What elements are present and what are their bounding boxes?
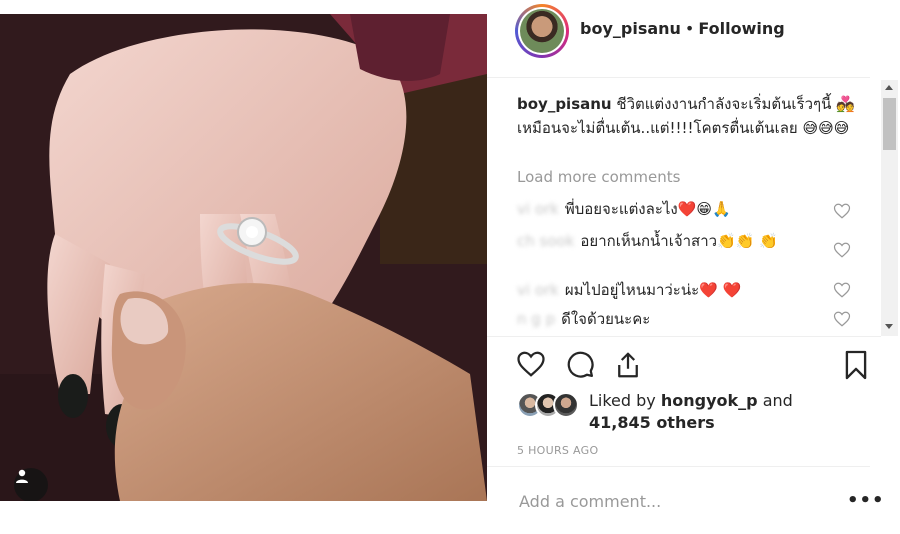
ring-hands-image [0,14,487,501]
scroll-thumb[interactable] [883,98,896,150]
header-text: boy_pisanu • Following [580,19,785,38]
comment-item: vi ork ผมไปอยู่ไหนมาว่ะน่ะ❤️ ❤️ [517,279,817,302]
comment-item: n g p ดีใจด้วยนะคะ [517,308,817,331]
liked-by-others-link[interactable]: 41,845 others [589,413,715,432]
liked-by-user-link[interactable]: hongyok_p [661,391,758,410]
add-comment-bar: ••• [487,466,884,534]
share-icon[interactable] [613,349,643,381]
bookmark-icon[interactable] [843,349,869,381]
more-options-button[interactable]: ••• [847,490,885,511]
scroll-down-arrow-icon[interactable] [885,324,893,329]
username-link[interactable]: boy_pisanu [580,19,681,38]
scroll-up-arrow-icon[interactable] [885,85,893,90]
comment-username[interactable]: ch sook [517,232,574,250]
comment-username[interactable]: vi ork [517,281,559,299]
comment-text: อยากเห็นกน้ำเจ้าสาว👏👏 👏 [580,232,778,250]
comment-text: ดีใจด้วยนะคะ [561,310,651,328]
load-more-comments-button[interactable]: Load more comments [517,168,680,186]
liker-avatar[interactable] [553,392,579,418]
comment-text: พี่บอยจะแต่งละไง❤️😁🙏 [564,200,731,218]
heart-icon[interactable] [515,349,547,379]
caption-username[interactable]: boy_pisanu [517,95,612,113]
user-tag-icon[interactable] [14,468,48,501]
comments-list: boy_pisanu ชีวิตแต่งงานกำลังจะเริ่มต้นเร… [487,78,881,336]
liked-by-prefix: Liked by [589,391,661,410]
comment-text: ผมไปอยู่ไหนมาว่ะน่ะ❤️ ❤️ [564,281,742,299]
add-comment-input[interactable] [517,491,821,512]
post-timestamp[interactable]: 5 HOURS AGO [517,444,598,457]
liked-by-and: and [757,391,793,410]
likes-summary: Liked by hongyok_p and 41,845 others [517,390,877,440]
comment-like-heart-icon[interactable] [833,241,851,259]
comment-like-heart-icon[interactable] [833,202,851,220]
separator-dot: • [684,19,695,38]
follow-status-button[interactable]: Following [698,19,784,38]
comment-item: vi ork พี่บอยจะแต่งละไง❤️😁🙏 [517,198,817,221]
comment-username[interactable]: n g p [517,310,555,328]
caption: boy_pisanu ชีวิตแต่งงานกำลังจะเริ่มต้นเร… [517,92,857,140]
comment-icon[interactable] [564,349,596,379]
post-header: boy_pisanu • Following [487,0,870,78]
avatar-image [520,9,564,53]
liked-by-text: Liked by hongyok_p and 41,845 others [589,390,869,434]
comment-like-heart-icon[interactable] [833,281,851,299]
post-photo[interactable] [0,14,487,501]
comment-username[interactable]: vi ork [517,200,559,218]
avatar[interactable] [515,4,569,58]
comments-scrollbar[interactable] [881,80,898,336]
post-side-panel: boy_pisanu • Following boy_pisanu ชีวิตแต่… [487,0,900,533]
action-bar [487,336,881,397]
comment-like-heart-icon[interactable] [833,310,851,328]
comment-item: ch sook อยากเห็นกน้ำเจ้าสาว👏👏 👏 [517,230,817,253]
